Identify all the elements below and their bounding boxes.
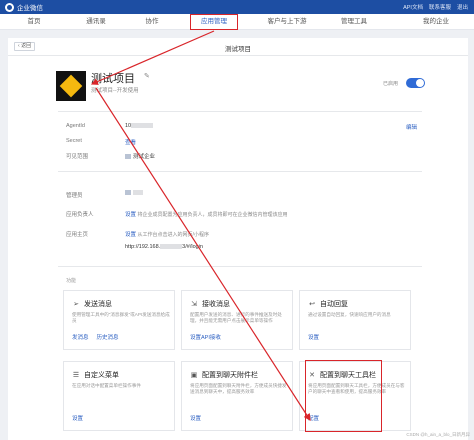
watermark: CSDN @h_ain_a_blo_日新月异 — [406, 432, 470, 437]
annotation-arrows — [90, 30, 311, 422]
arrow-to-toolbar-card — [95, 87, 311, 422]
arrow-to-app — [90, 30, 215, 85]
